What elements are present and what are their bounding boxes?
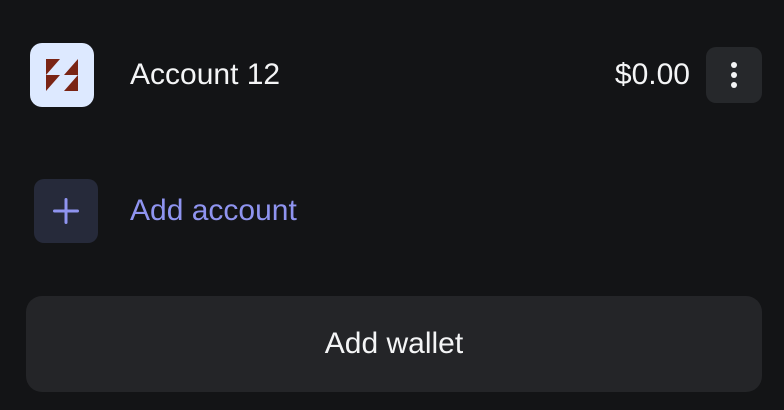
- hourglass-logo-icon: [46, 59, 78, 91]
- more-options-button[interactable]: [706, 47, 762, 103]
- add-account-icon-tile: [34, 179, 98, 243]
- add-account-label: Add account: [130, 194, 297, 227]
- vertical-dots-icon: [731, 62, 737, 88]
- add-account-button[interactable]: Add account: [34, 179, 434, 243]
- account-row[interactable]: Account 12 $0.00: [30, 43, 762, 107]
- account-name: Account 12: [130, 58, 281, 91]
- plus-icon: [53, 198, 79, 224]
- add-wallet-button[interactable]: Add wallet: [26, 296, 762, 392]
- account-avatar: [30, 43, 94, 107]
- account-balance: $0.00: [614, 58, 690, 91]
- add-wallet-label: Add wallet: [324, 327, 464, 360]
